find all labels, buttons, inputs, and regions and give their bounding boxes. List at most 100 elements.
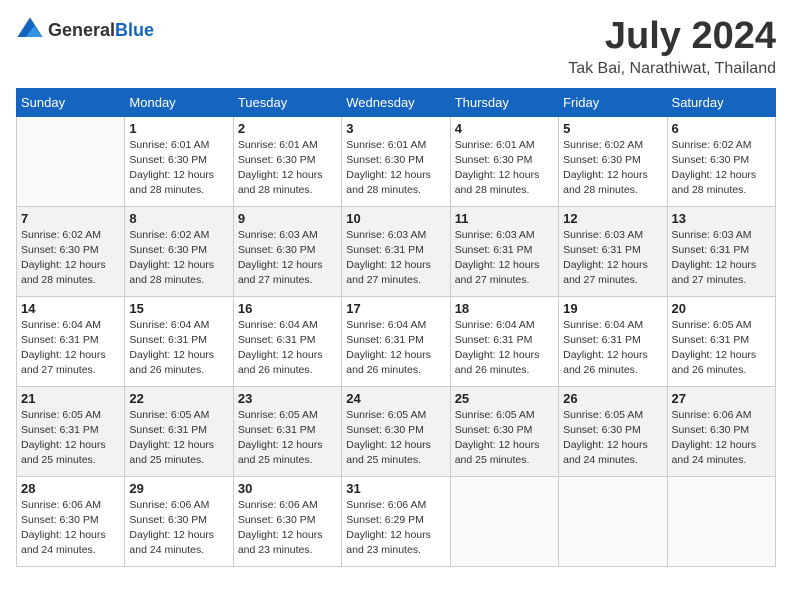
week-row-5: 28 Sunrise: 6:06 AM Sunset: 6:30 PM Dayli… bbox=[17, 476, 776, 566]
day-number: 16 bbox=[238, 301, 337, 316]
day-number: 2 bbox=[238, 121, 337, 136]
week-row-3: 14 Sunrise: 6:04 AM Sunset: 6:31 PM Dayli… bbox=[17, 296, 776, 386]
day-info: Sunrise: 6:05 AM Sunset: 6:31 PM Dayligh… bbox=[238, 408, 337, 469]
day-info: Sunrise: 6:01 AM Sunset: 6:30 PM Dayligh… bbox=[129, 138, 228, 199]
location-title: Tak Bai, Narathiwat, Thailand bbox=[568, 60, 776, 78]
weekday-header-row: SundayMondayTuesdayWednesdayThursdayFrid… bbox=[17, 88, 776, 116]
logo-text-blue: Blue bbox=[115, 20, 154, 41]
calendar-cell bbox=[667, 476, 775, 566]
week-row-2: 7 Sunrise: 6:02 AM Sunset: 6:30 PM Daylig… bbox=[17, 206, 776, 296]
day-number: 11 bbox=[455, 211, 554, 226]
day-number: 21 bbox=[21, 391, 120, 406]
day-info: Sunrise: 6:05 AM Sunset: 6:30 PM Dayligh… bbox=[346, 408, 445, 469]
day-number: 9 bbox=[238, 211, 337, 226]
weekday-header-monday: Monday bbox=[125, 88, 233, 116]
day-number: 3 bbox=[346, 121, 445, 136]
calendar-cell bbox=[450, 476, 558, 566]
calendar-table: SundayMondayTuesdayWednesdayThursdayFrid… bbox=[16, 88, 776, 567]
day-info: Sunrise: 6:06 AM Sunset: 6:29 PM Dayligh… bbox=[346, 498, 445, 559]
day-number: 5 bbox=[563, 121, 662, 136]
day-number: 30 bbox=[238, 481, 337, 496]
day-info: Sunrise: 6:04 AM Sunset: 6:31 PM Dayligh… bbox=[346, 318, 445, 379]
calendar-cell: 13 Sunrise: 6:03 AM Sunset: 6:31 PM Dayli… bbox=[667, 206, 775, 296]
day-number: 27 bbox=[672, 391, 771, 406]
day-info: Sunrise: 6:06 AM Sunset: 6:30 PM Dayligh… bbox=[21, 498, 120, 559]
day-info: Sunrise: 6:05 AM Sunset: 6:31 PM Dayligh… bbox=[21, 408, 120, 469]
calendar-cell: 12Sunrise: 6:03 AM Sunset: 6:31 PM Dayli… bbox=[559, 206, 667, 296]
day-info: Sunrise: 6:06 AM Sunset: 6:30 PM Dayligh… bbox=[129, 498, 228, 559]
calendar-cell: 23Sunrise: 6:05 AM Sunset: 6:31 PM Dayli… bbox=[233, 386, 341, 476]
month-title: July 2024 bbox=[568, 16, 776, 58]
week-row-1: 1 Sunrise: 6:01 AM Sunset: 6:30 PM Daylig… bbox=[17, 116, 776, 206]
day-info: Sunrise: 6:04 AM Sunset: 6:31 PM Dayligh… bbox=[238, 318, 337, 379]
calendar-cell bbox=[17, 116, 125, 206]
weekday-header-sunday: Sunday bbox=[17, 88, 125, 116]
day-number: 18 bbox=[455, 301, 554, 316]
day-info: Sunrise: 6:06 AM Sunset: 6:30 PM Dayligh… bbox=[672, 408, 771, 469]
calendar-cell: 31Sunrise: 6:06 AM Sunset: 6:29 PM Dayli… bbox=[342, 476, 450, 566]
day-info: Sunrise: 6:06 AM Sunset: 6:30 PM Dayligh… bbox=[238, 498, 337, 559]
calendar-cell: 21 Sunrise: 6:05 AM Sunset: 6:31 PM Dayli… bbox=[17, 386, 125, 476]
day-number: 6 bbox=[672, 121, 771, 136]
calendar-cell: 20 Sunrise: 6:05 AM Sunset: 6:31 PM Dayli… bbox=[667, 296, 775, 386]
calendar-cell: 5 Sunrise: 6:02 AM Sunset: 6:30 PM Daylig… bbox=[559, 116, 667, 206]
logo: General Blue bbox=[16, 16, 154, 44]
calendar-cell: 19 Sunrise: 6:04 AM Sunset: 6:31 PM Dayli… bbox=[559, 296, 667, 386]
calendar-cell: 1 Sunrise: 6:01 AM Sunset: 6:30 PM Daylig… bbox=[125, 116, 233, 206]
week-row-4: 21 Sunrise: 6:05 AM Sunset: 6:31 PM Dayli… bbox=[17, 386, 776, 476]
weekday-header-friday: Friday bbox=[559, 88, 667, 116]
day-info: Sunrise: 6:05 AM Sunset: 6:31 PM Dayligh… bbox=[129, 408, 228, 469]
calendar-cell bbox=[559, 476, 667, 566]
calendar-cell: 17Sunrise: 6:04 AM Sunset: 6:31 PM Dayli… bbox=[342, 296, 450, 386]
calendar-cell: 25 Sunrise: 6:05 AM Sunset: 6:30 PM Dayli… bbox=[450, 386, 558, 476]
day-number: 12 bbox=[563, 211, 662, 226]
calendar-cell: 3Sunrise: 6:01 AM Sunset: 6:30 PM Daylig… bbox=[342, 116, 450, 206]
day-number: 1 bbox=[129, 121, 228, 136]
day-info: Sunrise: 6:01 AM Sunset: 6:30 PM Dayligh… bbox=[238, 138, 337, 199]
day-number: 8 bbox=[129, 211, 228, 226]
calendar-cell: 7 Sunrise: 6:02 AM Sunset: 6:30 PM Daylig… bbox=[17, 206, 125, 296]
logo-text-general: General bbox=[48, 20, 115, 41]
day-info: Sunrise: 6:02 AM Sunset: 6:30 PM Dayligh… bbox=[563, 138, 662, 199]
day-number: 25 bbox=[455, 391, 554, 406]
calendar-cell: 28 Sunrise: 6:06 AM Sunset: 6:30 PM Dayli… bbox=[17, 476, 125, 566]
day-number: 10 bbox=[346, 211, 445, 226]
title-area: July 2024 Tak Bai, Narathiwat, Thailand bbox=[568, 16, 776, 78]
day-number: 26 bbox=[563, 391, 662, 406]
day-info: Sunrise: 6:03 AM Sunset: 6:31 PM Dayligh… bbox=[455, 228, 554, 289]
calendar-cell: 10Sunrise: 6:03 AM Sunset: 6:31 PM Dayli… bbox=[342, 206, 450, 296]
calendar-cell: 9 Sunrise: 6:03 AM Sunset: 6:30 PM Daylig… bbox=[233, 206, 341, 296]
weekday-header-wednesday: Wednesday bbox=[342, 88, 450, 116]
day-number: 4 bbox=[455, 121, 554, 136]
calendar-cell: 6Sunrise: 6:02 AM Sunset: 6:30 PM Daylig… bbox=[667, 116, 775, 206]
logo-icon bbox=[16, 16, 44, 44]
calendar-cell: 18 Sunrise: 6:04 AM Sunset: 6:31 PM Dayli… bbox=[450, 296, 558, 386]
calendar-cell: 4Sunrise: 6:01 AM Sunset: 6:30 PM Daylig… bbox=[450, 116, 558, 206]
calendar-cell: 22Sunrise: 6:05 AM Sunset: 6:31 PM Dayli… bbox=[125, 386, 233, 476]
day-info: Sunrise: 6:03 AM Sunset: 6:30 PM Dayligh… bbox=[238, 228, 337, 289]
day-number: 20 bbox=[672, 301, 771, 316]
day-number: 7 bbox=[21, 211, 120, 226]
day-info: Sunrise: 6:05 AM Sunset: 6:30 PM Dayligh… bbox=[455, 408, 554, 469]
calendar-cell: 30 Sunrise: 6:06 AM Sunset: 6:30 PM Dayli… bbox=[233, 476, 341, 566]
weekday-header-thursday: Thursday bbox=[450, 88, 558, 116]
day-info: Sunrise: 6:03 AM Sunset: 6:31 PM Dayligh… bbox=[672, 228, 771, 289]
day-info: Sunrise: 6:04 AM Sunset: 6:31 PM Dayligh… bbox=[455, 318, 554, 379]
day-info: Sunrise: 6:02 AM Sunset: 6:30 PM Dayligh… bbox=[129, 228, 228, 289]
day-info: Sunrise: 6:04 AM Sunset: 6:31 PM Dayligh… bbox=[563, 318, 662, 379]
header: General Blue July 2024 Tak Bai, Narathiw… bbox=[16, 16, 776, 78]
day-number: 24 bbox=[346, 391, 445, 406]
day-number: 13 bbox=[672, 211, 771, 226]
day-info: Sunrise: 6:05 AM Sunset: 6:31 PM Dayligh… bbox=[672, 318, 771, 379]
day-info: Sunrise: 6:04 AM Sunset: 6:31 PM Dayligh… bbox=[129, 318, 228, 379]
calendar-cell: 8 Sunrise: 6:02 AM Sunset: 6:30 PM Daylig… bbox=[125, 206, 233, 296]
day-number: 14 bbox=[21, 301, 120, 316]
day-info: Sunrise: 6:05 AM Sunset: 6:30 PM Dayligh… bbox=[563, 408, 662, 469]
calendar-cell: 16 Sunrise: 6:04 AM Sunset: 6:31 PM Dayli… bbox=[233, 296, 341, 386]
calendar-cell: 24 Sunrise: 6:05 AM Sunset: 6:30 PM Dayli… bbox=[342, 386, 450, 476]
calendar-cell: 26 Sunrise: 6:05 AM Sunset: 6:30 PM Dayli… bbox=[559, 386, 667, 476]
calendar-cell: 14Sunrise: 6:04 AM Sunset: 6:31 PM Dayli… bbox=[17, 296, 125, 386]
day-number: 28 bbox=[21, 481, 120, 496]
day-info: Sunrise: 6:02 AM Sunset: 6:30 PM Dayligh… bbox=[21, 228, 120, 289]
day-number: 19 bbox=[563, 301, 662, 316]
